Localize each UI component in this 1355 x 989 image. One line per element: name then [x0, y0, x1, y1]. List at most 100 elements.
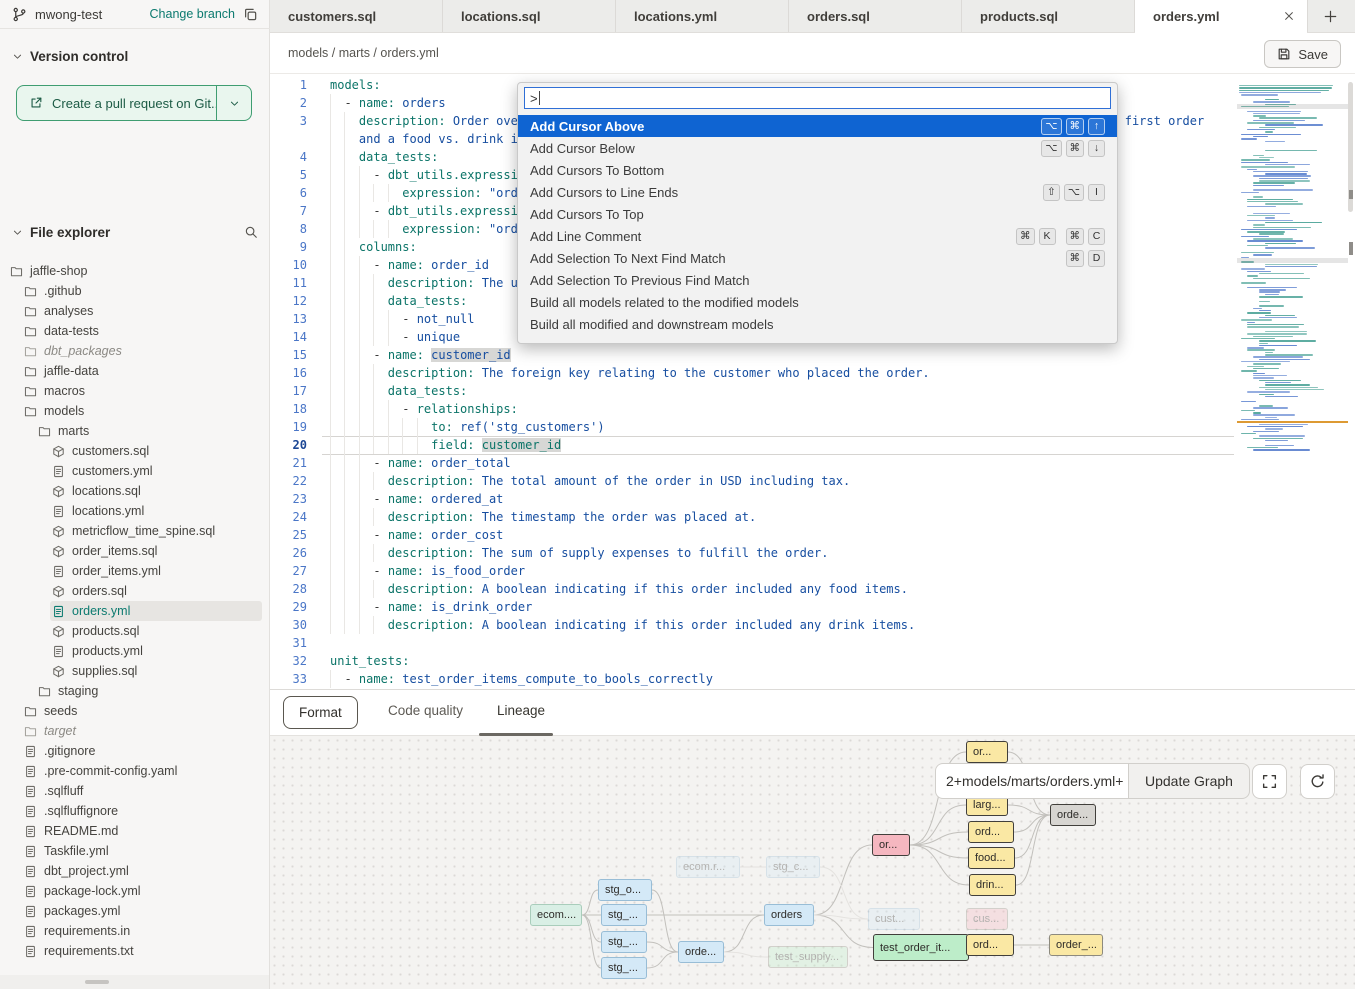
lineage-graph[interactable]: ecom....stg_o...stg_...stg_...stg_...ord…: [270, 736, 1355, 989]
file-tree-item-metricflow_time_spine.sql[interactable]: metricflow_time_spine.sql: [50, 521, 262, 541]
scrollbar-handle[interactable]: [85, 980, 109, 984]
file-tree-folder-.github[interactable]: .github: [22, 281, 262, 301]
minimap-line: [1241, 192, 1259, 193]
file-tree-folder-analyses[interactable]: analyses: [22, 301, 262, 321]
refresh-button[interactable]: [1300, 764, 1335, 799]
lineage-node-or_ty[interactable]: or...: [966, 741, 1008, 763]
format-button[interactable]: Format: [283, 696, 358, 729]
tab-code-quality[interactable]: Code quality: [388, 703, 463, 718]
file-tree-item-.gitignore[interactable]: .gitignore: [22, 741, 262, 761]
minimap-line: [1247, 391, 1290, 392]
editor-tab-locations.sql[interactable]: locations.sql: [443, 0, 616, 32]
palette-item-add-line-comment[interactable]: Add Line Comment⌘K⌘C: [518, 225, 1117, 247]
change-branch-link[interactable]: Change branch: [150, 7, 235, 21]
editor-tab-customers.sql[interactable]: customers.sql: [270, 0, 443, 32]
line-number: 11: [270, 274, 307, 292]
lineage-node-stg_1[interactable]: stg_...: [601, 904, 647, 926]
palette-item-add-selection-to-previous-find-match[interactable]: Add Selection To Previous Find Match: [518, 269, 1117, 291]
file-tree-item-.sqlfluff[interactable]: .sqlfluff: [22, 781, 262, 801]
palette-item-add-cursors-to-bottom[interactable]: Add Cursors To Bottom: [518, 159, 1117, 181]
palette-item-add-cursor-below[interactable]: Add Cursor Below⌥⌘↓: [518, 137, 1117, 159]
file-tree-item-requirements.txt[interactable]: requirements.txt: [22, 941, 262, 961]
tab-lineage[interactable]: Lineage: [497, 703, 545, 718]
file-tree-item-Taskfile.yml[interactable]: Taskfile.yml: [22, 841, 262, 861]
lineage-node-stg_2[interactable]: stg_...: [601, 931, 647, 953]
file-tree-item-customers.sql[interactable]: customers.sql: [50, 441, 262, 461]
editor-minimap[interactable]: [1237, 85, 1348, 457]
file-tree-item-packages.yml[interactable]: packages.yml: [22, 901, 262, 921]
lineage-node-food[interactable]: food...: [968, 847, 1015, 869]
save-button[interactable]: Save: [1264, 40, 1341, 68]
file-tree-item-customers.yml[interactable]: customers.yml: [50, 461, 262, 481]
new-tab-button[interactable]: [1308, 0, 1352, 32]
file-tree-folder-jaffle-shop[interactable]: jaffle-shop: [8, 261, 262, 281]
lineage-node-ord_m[interactable]: ord...: [968, 821, 1014, 843]
file-tree-item-order_items.sql[interactable]: order_items.sql: [50, 541, 262, 561]
create-pr-dropdown-button[interactable]: [216, 86, 251, 120]
lineage-node-test_g[interactable]: test_order_it...: [873, 934, 969, 961]
file-tree-item-dbt_project.yml[interactable]: dbt_project.yml: [22, 861, 262, 881]
palette-item-add-selection-to-next-find-match[interactable]: Add Selection To Next Find Match⌘D: [518, 247, 1117, 269]
file-tree-item-README.md[interactable]: README.md: [22, 821, 262, 841]
editor-tab-orders.yml[interactable]: orders.yml: [1135, 0, 1308, 32]
lineage-controls: 2+models/marts/orders.yml+ Update Graph: [935, 763, 1250, 799]
file-tree-folder-target[interactable]: target: [22, 721, 262, 741]
lineage-node-testso_f[interactable]: test_supply...: [768, 946, 848, 968]
file-tree-folder-models[interactable]: models: [22, 401, 262, 421]
file-tree-folder-macros[interactable]: macros: [22, 381, 262, 401]
file-tree-item-products.sql[interactable]: products.sql: [50, 621, 262, 641]
file-tree-folder-staging[interactable]: staging: [36, 681, 262, 701]
file-tree-item-supplies.sql[interactable]: supplies.sql: [50, 661, 262, 681]
sidebar-horizontal-scrollbar[interactable]: [0, 975, 269, 989]
lineage-node-ecom_raw[interactable]: ecom....: [530, 904, 582, 926]
file-tree-item-.pre-commit-config.yaml[interactable]: .pre-commit-config.yaml: [22, 761, 262, 781]
lineage-node-ecomr_f[interactable]: ecom.r...: [676, 856, 740, 878]
file-tree-item-.sqlfluffignore[interactable]: .sqlfluffignore: [22, 801, 262, 821]
file-tree-item-locations.sql[interactable]: locations.sql: [50, 481, 262, 501]
editor-tab-locations.yml[interactable]: locations.yml: [616, 0, 789, 32]
copy-icon[interactable]: [243, 7, 258, 22]
lineage-node-orde_gray[interactable]: orde...: [1050, 804, 1096, 826]
lineage-node-orde_b[interactable]: orde...: [678, 941, 724, 963]
lineage-selector-input[interactable]: 2+models/marts/orders.yml+: [935, 763, 1128, 799]
editor-tab-orders.sql[interactable]: orders.sql: [789, 0, 962, 32]
lineage-node-drin[interactable]: drin...: [969, 874, 1016, 896]
search-icon[interactable]: [244, 225, 258, 239]
palette-item-build-all-models-related-to-the-modified-models[interactable]: Build all models related to the modified…: [518, 291, 1117, 313]
lineage-node-orders[interactable]: orders: [764, 904, 814, 926]
lineage-node-order_y[interactable]: order_...: [1049, 934, 1103, 956]
palette-item-add-cursor-above[interactable]: Add Cursor Above⌥⌘↑: [518, 115, 1117, 137]
editor-tab-products.sql[interactable]: products.sql: [962, 0, 1135, 32]
lineage-node-stg_o[interactable]: stg_o...: [598, 879, 652, 901]
lineage-node-stgc_f[interactable]: stg_c...: [766, 856, 820, 878]
version-control-header[interactable]: Version control: [0, 46, 270, 66]
file-tree-item-orders.sql[interactable]: orders.sql: [50, 581, 262, 601]
lineage-node-ord_b2[interactable]: ord...: [966, 934, 1014, 956]
file-tree-folder-dbt_packages[interactable]: dbt_packages: [22, 341, 262, 361]
file-explorer-header[interactable]: File explorer: [0, 222, 270, 242]
file-tree-folder-data-tests[interactable]: data-tests: [22, 321, 262, 341]
file-tree-item-locations.yml[interactable]: locations.yml: [50, 501, 262, 521]
file-tree-folder-marts[interactable]: marts: [36, 421, 262, 441]
file-tree-item-order_items.yml[interactable]: order_items.yml: [50, 561, 262, 581]
palette-item-build-all-modified-and-downstream-models[interactable]: Build all modified and downstream models: [518, 313, 1117, 335]
palette-item-add-cursors-to-line-ends[interactable]: Add Cursors to Line Ends⇧⌥I: [518, 181, 1117, 203]
update-graph-button[interactable]: Update Graph: [1128, 763, 1250, 799]
lineage-node-cus_f[interactable]: cus...: [966, 908, 1008, 930]
code-line-19: 19 to: ref('stg_customers'): [270, 418, 1355, 436]
file-tree-item-package-lock.yml[interactable]: package-lock.yml: [22, 881, 262, 901]
command-palette-input[interactable]: >: [524, 87, 1111, 109]
file-tree-folder-seeds[interactable]: seeds: [22, 701, 262, 721]
lineage-node-or_pink[interactable]: or...: [872, 834, 910, 856]
palette-item-add-cursors-to-top[interactable]: Add Cursors To Top: [518, 203, 1117, 225]
lineage-node-cust_f[interactable]: cust...: [868, 908, 920, 930]
file-tree-folder-jaffle-data[interactable]: jaffle-data: [22, 361, 262, 381]
create-pr-button[interactable]: Create a pull request on Git...: [17, 86, 216, 120]
close-tab-icon[interactable]: [1283, 10, 1295, 22]
fullscreen-button[interactable]: [1252, 764, 1287, 799]
file-tree-item-products.yml[interactable]: products.yml: [50, 641, 262, 661]
file-tree-item-orders.yml[interactable]: orders.yml: [50, 601, 262, 621]
editor-vertical-scrollbar[interactable]: [1347, 74, 1355, 688]
lineage-node-stg_3[interactable]: stg_...: [601, 957, 647, 979]
file-tree-item-requirements.in[interactable]: requirements.in: [22, 921, 262, 941]
